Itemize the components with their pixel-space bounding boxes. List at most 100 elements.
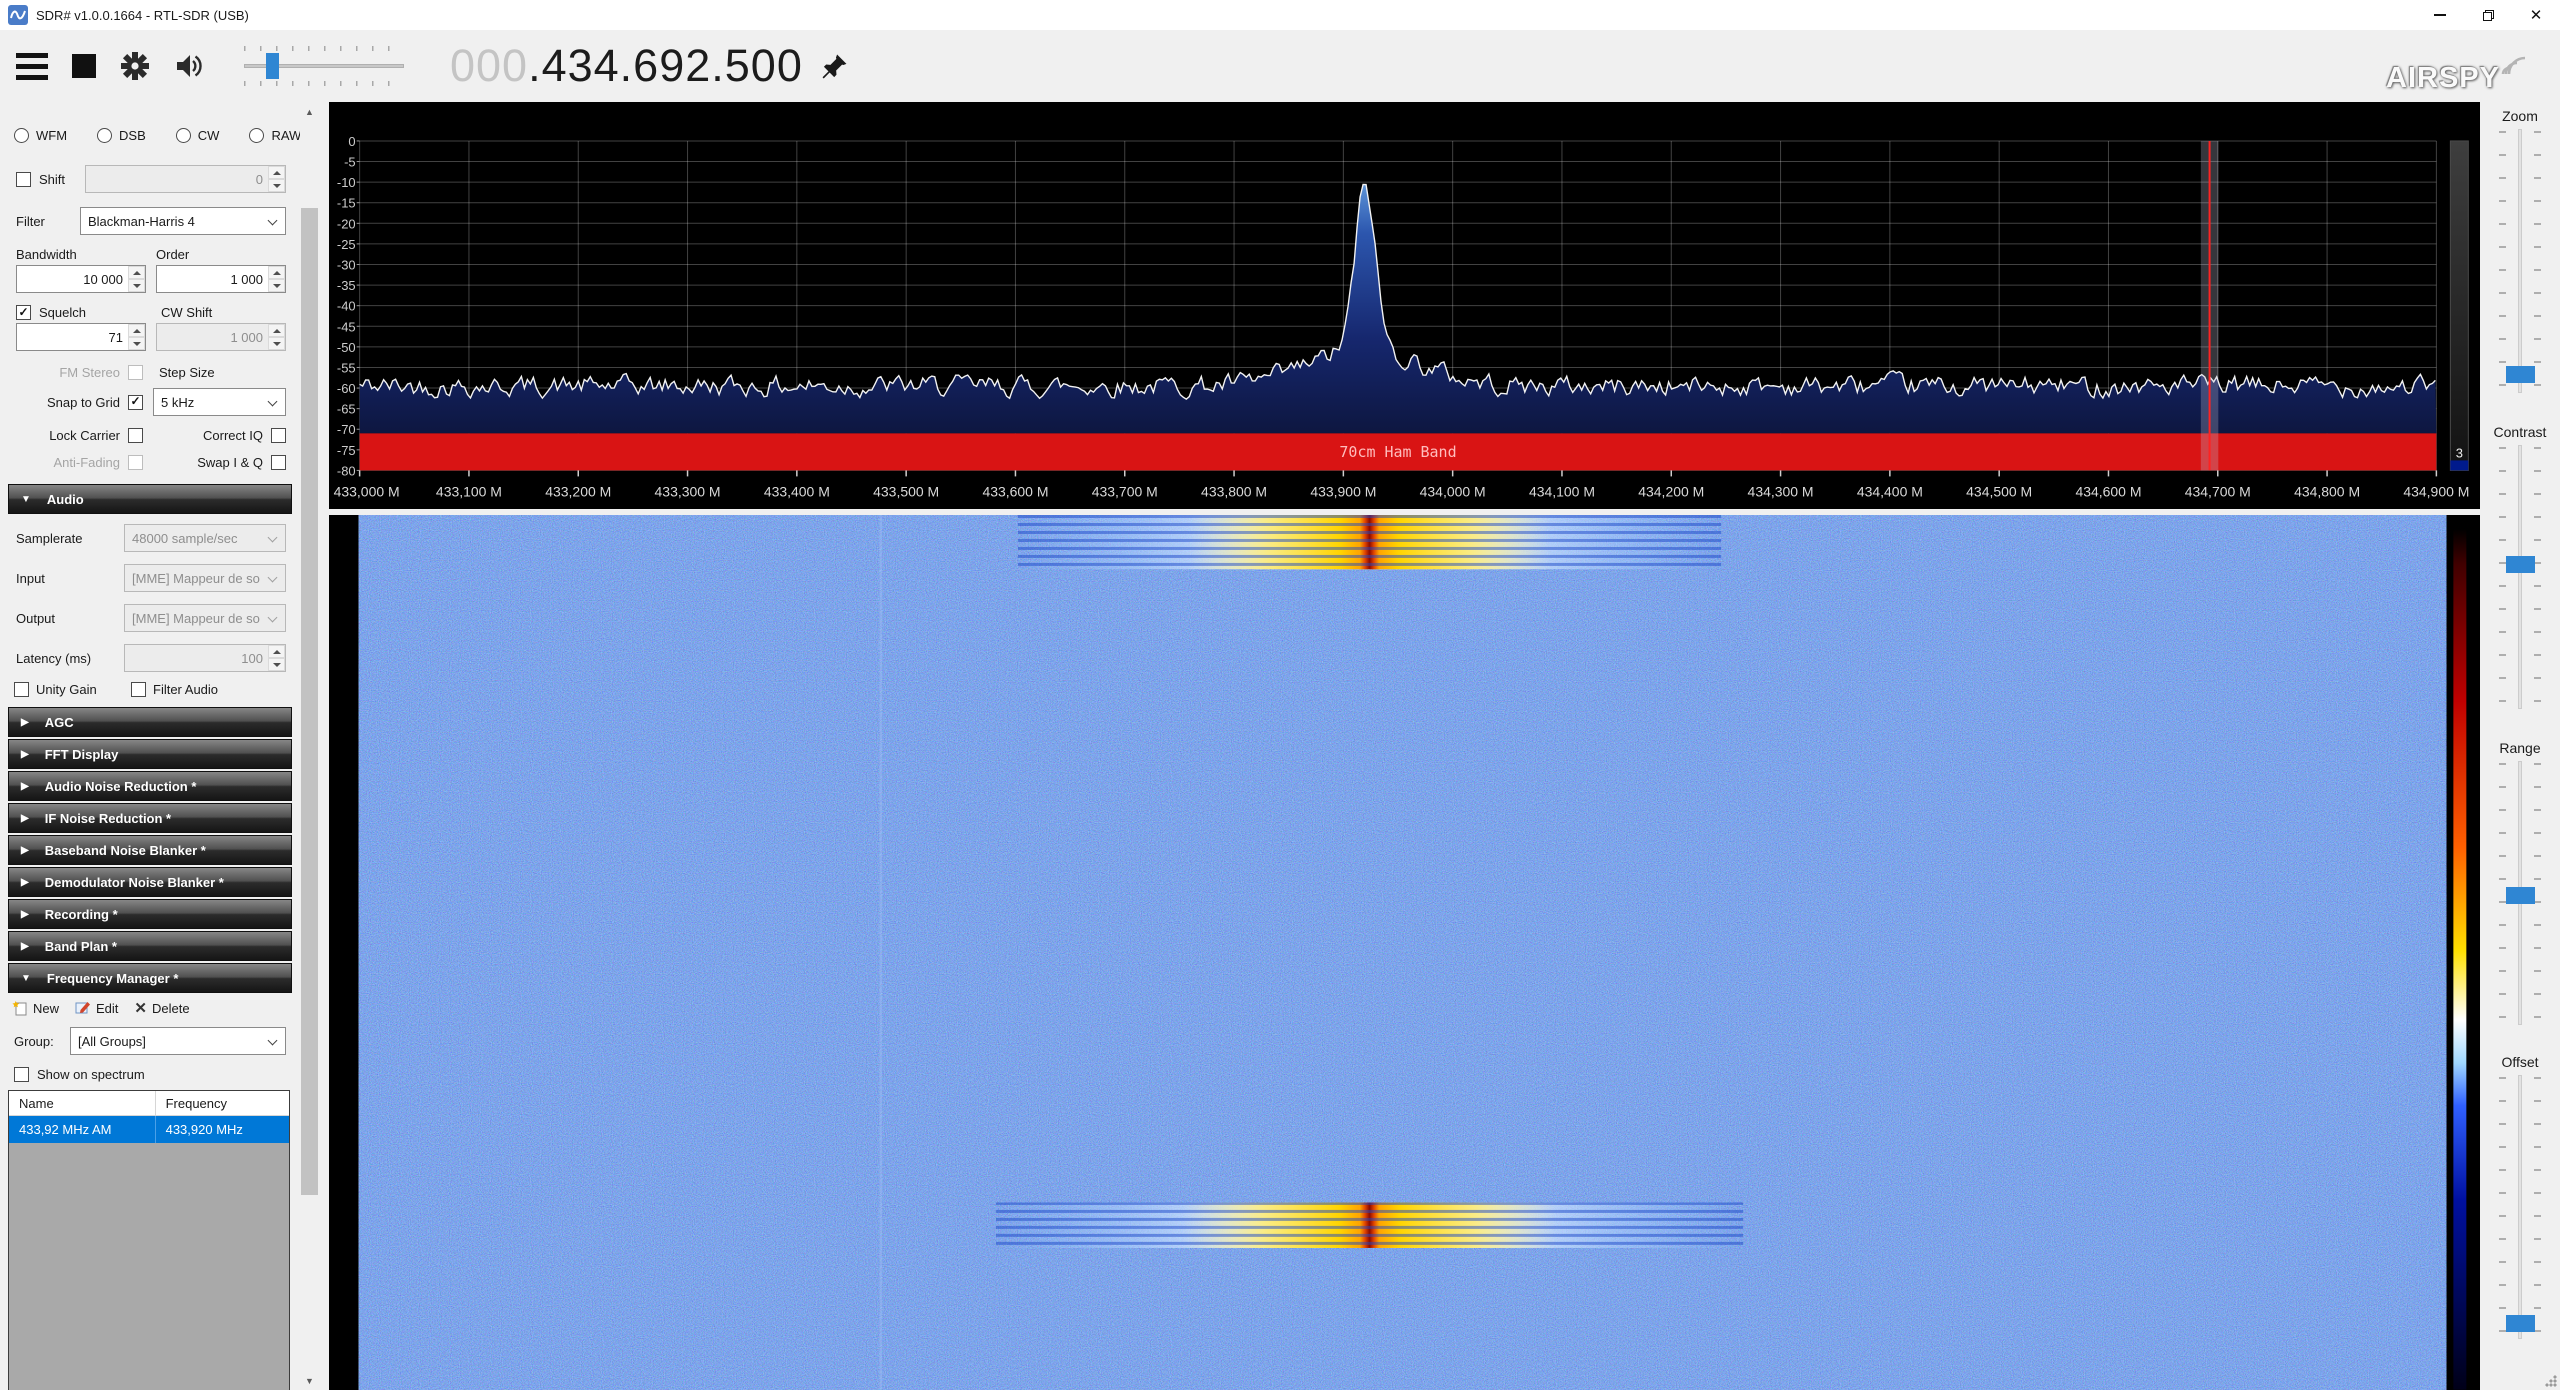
column-header-frequency[interactable]: Frequency bbox=[155, 1091, 289, 1115]
slider-track[interactable] bbox=[2518, 1075, 2522, 1339]
unity-gain-checkbox[interactable]: ✓ bbox=[14, 682, 29, 697]
section-band-plan[interactable]: ▶Band Plan * bbox=[8, 931, 292, 961]
latency-spinner[interactable]: 100 bbox=[124, 644, 286, 672]
show-on-spectrum-checkbox[interactable]: ✓ bbox=[14, 1067, 29, 1082]
slider-handle[interactable] bbox=[2506, 887, 2535, 904]
mode-label: RAW bbox=[271, 128, 301, 143]
section-audio[interactable]: ▼ Audio bbox=[8, 484, 292, 514]
settings-button[interactable] bbox=[120, 51, 150, 81]
db-axis-label: -30 bbox=[337, 257, 356, 272]
frequency-axis-label: 434,300 M bbox=[1748, 483, 1814, 499]
section-if-noise-reduction[interactable]: ▶IF Noise Reduction * bbox=[8, 803, 292, 833]
scroll-up-button[interactable]: ▲ bbox=[300, 102, 319, 121]
audio-output-combo[interactable]: [MME] Mappeur de so bbox=[124, 604, 286, 632]
table-row[interactable]: 433,92 MHz AM 433,920 MHz bbox=[9, 1116, 289, 1143]
fm-stereo-checkbox[interactable]: ✓ bbox=[128, 365, 143, 380]
frequency-prefix[interactable]: 000 bbox=[450, 40, 528, 92]
section-demodulator-noise-blanker[interactable]: ▶Demodulator Noise Blanker * bbox=[8, 867, 292, 897]
column-header-name[interactable]: Name bbox=[9, 1096, 155, 1111]
spin-up-button[interactable] bbox=[128, 266, 145, 279]
fm-edit-button[interactable]: Edit bbox=[75, 1000, 118, 1016]
resize-grip[interactable] bbox=[2544, 1374, 2558, 1388]
step-size-combo[interactable]: 5 kHz bbox=[153, 388, 286, 416]
correct-iq-checkbox[interactable]: ✓ bbox=[271, 428, 286, 443]
scroll-down-button[interactable]: ▼ bbox=[300, 1371, 319, 1390]
squelch-spinner[interactable]: 71 bbox=[16, 323, 146, 351]
volume-handle[interactable] bbox=[266, 53, 279, 79]
mode-raw[interactable]: RAW bbox=[249, 128, 301, 143]
frequency-display[interactable]: 000.434.692.500 bbox=[450, 40, 803, 92]
spin-down-button[interactable] bbox=[268, 658, 285, 671]
swap-iq-checkbox[interactable]: ✓ bbox=[271, 455, 286, 470]
volume-slider[interactable] bbox=[244, 44, 404, 88]
table-header[interactable]: Name Frequency bbox=[9, 1091, 289, 1116]
section-frequency-manager[interactable]: ▼Frequency Manager * bbox=[8, 963, 292, 993]
mode-wfm[interactable]: WFM bbox=[14, 128, 67, 143]
pin-button[interactable] bbox=[821, 53, 848, 80]
menu-button[interactable] bbox=[16, 50, 48, 83]
shift-value[interactable]: 0 bbox=[86, 166, 268, 192]
offset-slider[interactable]: Offset bbox=[2480, 1054, 2560, 1339]
spin-down-button[interactable] bbox=[128, 337, 145, 350]
audio-input-combo[interactable]: [MME] Mappeur de so bbox=[124, 564, 286, 592]
frequency-main[interactable]: .434.692.500 bbox=[528, 40, 803, 92]
restore-button[interactable] bbox=[2464, 0, 2512, 30]
snap-to-grid-checkbox[interactable]: ✓ bbox=[128, 395, 143, 410]
spin-up-button[interactable] bbox=[268, 324, 285, 337]
cw-shift-value[interactable]: 1 000 bbox=[157, 324, 268, 350]
spin-down-button[interactable] bbox=[268, 279, 285, 292]
squelch-checkbox[interactable]: ✓ bbox=[16, 305, 31, 320]
stop-button[interactable] bbox=[72, 54, 96, 78]
squelch-value[interactable]: 71 bbox=[17, 324, 128, 350]
spectrum-display[interactable]: 70cm Ham Band0-5-10-15-20-25-30-35-40-45… bbox=[329, 102, 2480, 509]
order-value[interactable]: 1 000 bbox=[157, 266, 268, 292]
slider-handle[interactable] bbox=[2506, 366, 2535, 383]
bandwidth-value[interactable]: 10 000 bbox=[17, 266, 128, 292]
filter-audio-checkbox[interactable]: ✓ bbox=[131, 682, 146, 697]
range-slider[interactable]: Range bbox=[2480, 740, 2560, 1025]
slider-handle[interactable] bbox=[2506, 1315, 2535, 1332]
samplerate-combo[interactable]: 48000 sample/sec bbox=[124, 524, 286, 552]
filter-combo[interactable]: Blackman-Harris 4 bbox=[80, 207, 286, 235]
minimize-button[interactable] bbox=[2416, 0, 2464, 30]
fm-new-button[interactable]: New bbox=[12, 1000, 59, 1016]
spin-down-button[interactable] bbox=[268, 337, 285, 350]
spin-up-button[interactable] bbox=[268, 166, 285, 179]
spin-up-button[interactable] bbox=[128, 324, 145, 337]
mute-button[interactable] bbox=[174, 51, 204, 81]
latency-value[interactable]: 100 bbox=[125, 645, 268, 671]
slider-track[interactable] bbox=[2518, 445, 2522, 709]
zoom-slider[interactable]: Zoom bbox=[2480, 108, 2560, 393]
spin-down-button[interactable] bbox=[268, 179, 285, 192]
group-combo[interactable]: [All Groups] bbox=[70, 1027, 286, 1055]
section-recording[interactable]: ▶Recording * bbox=[8, 899, 292, 929]
section-agc[interactable]: ▶AGC bbox=[8, 707, 292, 737]
cw-shift-spinner[interactable]: 1 000 bbox=[156, 323, 286, 351]
shift-checkbox[interactable]: ✓ bbox=[16, 172, 31, 187]
lock-carrier-checkbox[interactable]: ✓ bbox=[128, 428, 143, 443]
slider-handle[interactable] bbox=[2506, 556, 2535, 573]
radio-button bbox=[176, 128, 191, 143]
panel-scrollbar[interactable]: ▲ ▼ bbox=[300, 102, 319, 1390]
frequency-axis-label: 434,600 M bbox=[2075, 483, 2141, 499]
mode-cw[interactable]: CW bbox=[176, 128, 220, 143]
tick-marks bbox=[2534, 763, 2541, 1019]
section-audio-noise-reduction[interactable]: ▶Audio Noise Reduction * bbox=[8, 771, 292, 801]
order-spinner[interactable]: 1 000 bbox=[156, 265, 286, 293]
shift-spinner[interactable]: 0 bbox=[85, 165, 286, 193]
slider-track[interactable] bbox=[2518, 129, 2522, 393]
section-fft-display[interactable]: ▶FFT Display bbox=[8, 739, 292, 769]
bandwidth-spinner[interactable]: 10 000 bbox=[16, 265, 146, 293]
scrollbar-thumb[interactable] bbox=[301, 208, 318, 1195]
fm-delete-button[interactable]: ✕ Delete bbox=[134, 999, 189, 1017]
spin-up-button[interactable] bbox=[268, 266, 285, 279]
anti-fading-checkbox[interactable]: ✓ bbox=[128, 455, 143, 470]
section-baseband-noise-blanker[interactable]: ▶Baseband Noise Blanker * bbox=[8, 835, 292, 865]
close-button[interactable]: ✕ bbox=[2512, 0, 2560, 30]
waterfall-display[interactable] bbox=[329, 515, 2480, 1390]
spin-up-button[interactable] bbox=[268, 645, 285, 658]
display-settings-bar: Zoom Contrast Range Offset bbox=[2480, 102, 2560, 1390]
spin-down-button[interactable] bbox=[128, 279, 145, 292]
contrast-slider[interactable]: Contrast bbox=[2480, 424, 2560, 709]
mode-dsb[interactable]: DSB bbox=[97, 128, 146, 143]
